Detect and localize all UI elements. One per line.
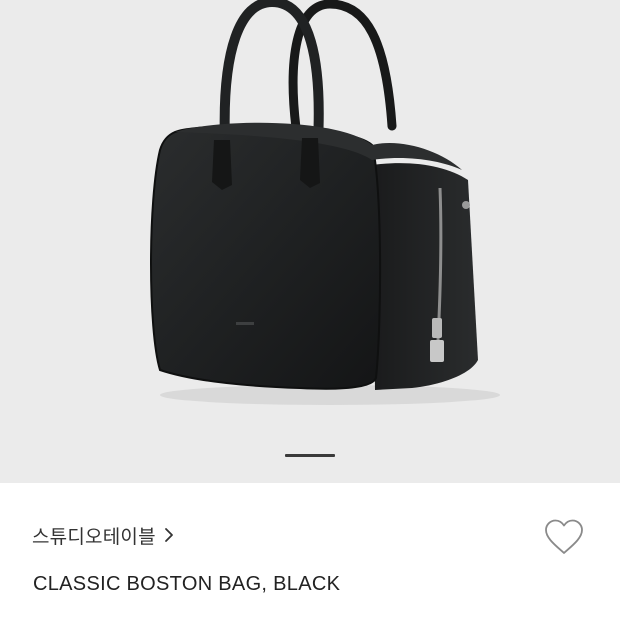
product-image-gallery[interactable] bbox=[0, 0, 620, 483]
slide-indicator bbox=[285, 454, 335, 457]
brand-link[interactable]: 스튜디오테이블 bbox=[32, 523, 174, 548]
brand-name: 스튜디오테이블 bbox=[32, 525, 156, 548]
product-image bbox=[150, 0, 500, 405]
chevron-right-icon bbox=[164, 527, 174, 543]
product-title: CLASSIC BOSTON BAG, BLACK bbox=[33, 573, 341, 595]
wishlist-button[interactable] bbox=[541, 519, 587, 559]
heart-outline-icon bbox=[543, 518, 585, 560]
product-info: 스튜디오테이블 CLASSIC BOSTON BAG, BLACK bbox=[0, 483, 620, 620]
